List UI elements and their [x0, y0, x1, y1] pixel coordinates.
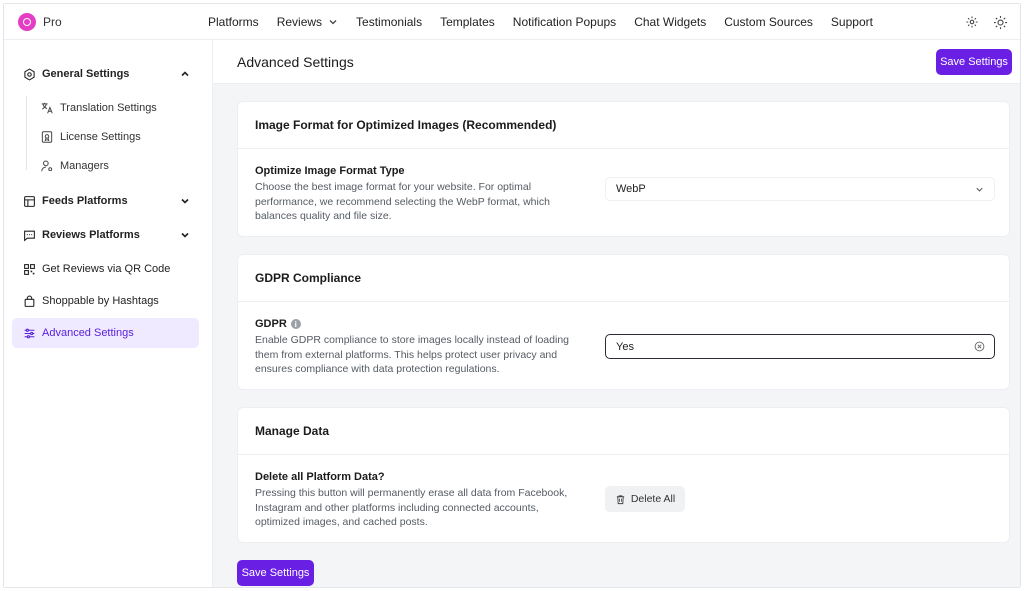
sidebar-item-label: Get Reviews via QR Code — [42, 263, 171, 275]
review-chat-icon — [22, 228, 36, 242]
sidebar-subitem-label: License Settings — [60, 131, 141, 143]
sidebar-item-label: General Settings — [42, 68, 130, 80]
page-title: Advanced Settings — [237, 54, 354, 70]
layout-icon — [22, 194, 36, 208]
submenu-line — [26, 96, 27, 170]
brand-text: Pro — [43, 14, 62, 29]
sidebar-subitem-translation[interactable]: Translation Settings — [40, 95, 157, 121]
select-value: Yes — [616, 340, 634, 353]
sidebar-item-label: Advanced Settings — [42, 327, 134, 339]
trash-icon — [616, 494, 624, 504]
top-icons — [958, 4, 1014, 40]
select-value: WebP — [616, 183, 646, 195]
theme-sun-icon[interactable] — [986, 15, 1014, 30]
chevron-up-icon — [181, 71, 189, 77]
nav-support[interactable]: Support — [831, 15, 873, 29]
settings-gear-icon[interactable] — [958, 15, 986, 29]
manage-data-card: Manage Data Delete all Platform Data? Pr… — [237, 407, 1010, 543]
field-description: Choose the best image format for your we… — [255, 181, 550, 222]
chevron-down-icon — [329, 19, 337, 24]
license-icon — [41, 131, 53, 143]
main-content: Advanced Settings Save Settings Image Fo… — [213, 40, 1020, 587]
image-format-card: Image Format for Optimized Images (Recom… — [237, 101, 1010, 237]
chevron-down-icon — [181, 232, 189, 238]
sliders-icon — [22, 326, 36, 340]
image-format-select[interactable]: WebP — [605, 177, 995, 201]
info-icon[interactable]: i — [290, 319, 301, 329]
shopping-bag-icon — [22, 294, 36, 308]
gdpr-label: GDPR — [255, 318, 287, 330]
card-title: Image Format for Optimized Images (Recom… — [238, 102, 1009, 149]
delete-all-button[interactable]: Delete All — [605, 486, 685, 512]
nav-notification-popups[interactable]: Notification Popups — [513, 15, 616, 29]
chevron-down-icon — [181, 198, 189, 204]
sidebar-subitem-label: Managers — [60, 160, 109, 172]
app-logo-icon — [18, 12, 36, 31]
nav-testimonials[interactable]: Testimonials — [356, 15, 422, 29]
gear-icon — [22, 67, 36, 81]
field-label: Optimize Image Format Type — [255, 165, 405, 177]
chevron-down-icon — [976, 187, 983, 192]
sidebar-item-label: Shoppable by Hashtags — [42, 295, 159, 307]
nav-reviews-label: Reviews — [276, 14, 323, 29]
app-window: Pro Platforms Reviews Testimonials Templ… — [3, 3, 1021, 588]
delete-all-label: Delete All — [630, 493, 676, 505]
sidebar-item-shoppable[interactable]: Shoppable by Hashtags — [12, 286, 199, 316]
sidebar-item-label: Reviews Platforms — [42, 229, 140, 241]
card-title: GDPR Compliance — [238, 255, 1009, 302]
sidebar-subitem-managers[interactable]: Managers — [40, 153, 109, 179]
gdpr-select[interactable]: Yes — [605, 334, 995, 359]
clear-circle-icon[interactable] — [974, 341, 985, 352]
save-settings-button-bottom[interactable]: Save Settings — [237, 560, 314, 586]
brand[interactable]: Pro — [4, 12, 204, 31]
main-nav: Platforms Reviews Testimonials Templates… — [208, 15, 891, 29]
sidebar-item-feeds-platforms[interactable]: Feeds Platforms — [12, 186, 199, 216]
sidebar-item-reviews-platforms[interactable]: Reviews Platforms — [12, 220, 199, 250]
nav-chat-widgets[interactable]: Chat Widgets — [634, 15, 706, 29]
sidebar-item-general-settings[interactable]: General Settings — [12, 59, 199, 89]
nav-templates[interactable]: Templates — [440, 15, 495, 29]
gdpr-card: GDPR Compliance GDPR i Enable GDPR compl… — [237, 254, 1010, 390]
translate-icon — [41, 102, 53, 114]
save-settings-button[interactable]: Save Settings — [936, 49, 1012, 75]
card-title: Manage Data — [238, 408, 1009, 455]
sidebar: General Settings Translation Settings Li… — [4, 40, 213, 587]
top-navbar: Pro Platforms Reviews Testimonials Templ… — [4, 4, 1020, 40]
nav-custom-sources[interactable]: Custom Sources — [724, 15, 813, 29]
field-description: Enable GDPR compliance to store images l… — [255, 334, 570, 375]
nav-platforms[interactable]: Platforms — [208, 15, 259, 29]
nav-reviews[interactable]: Reviews — [277, 15, 338, 29]
page-header: Advanced Settings Save Settings — [213, 40, 1020, 84]
user-gear-icon — [41, 160, 53, 172]
sidebar-item-qr-code[interactable]: Get Reviews via QR Code — [12, 254, 199, 284]
sidebar-subitem-label: Translation Settings — [60, 102, 157, 114]
sidebar-item-advanced-settings[interactable]: Advanced Settings — [12, 318, 199, 348]
sidebar-subitem-license[interactable]: License Settings — [40, 124, 141, 150]
sidebar-item-label: Feeds Platforms — [42, 195, 128, 207]
field-label: Delete all Platform Data? — [255, 471, 385, 483]
field-label: GDPR i — [255, 318, 301, 330]
field-description: Pressing this button will permanently er… — [255, 487, 568, 528]
qr-code-icon — [22, 262, 36, 276]
